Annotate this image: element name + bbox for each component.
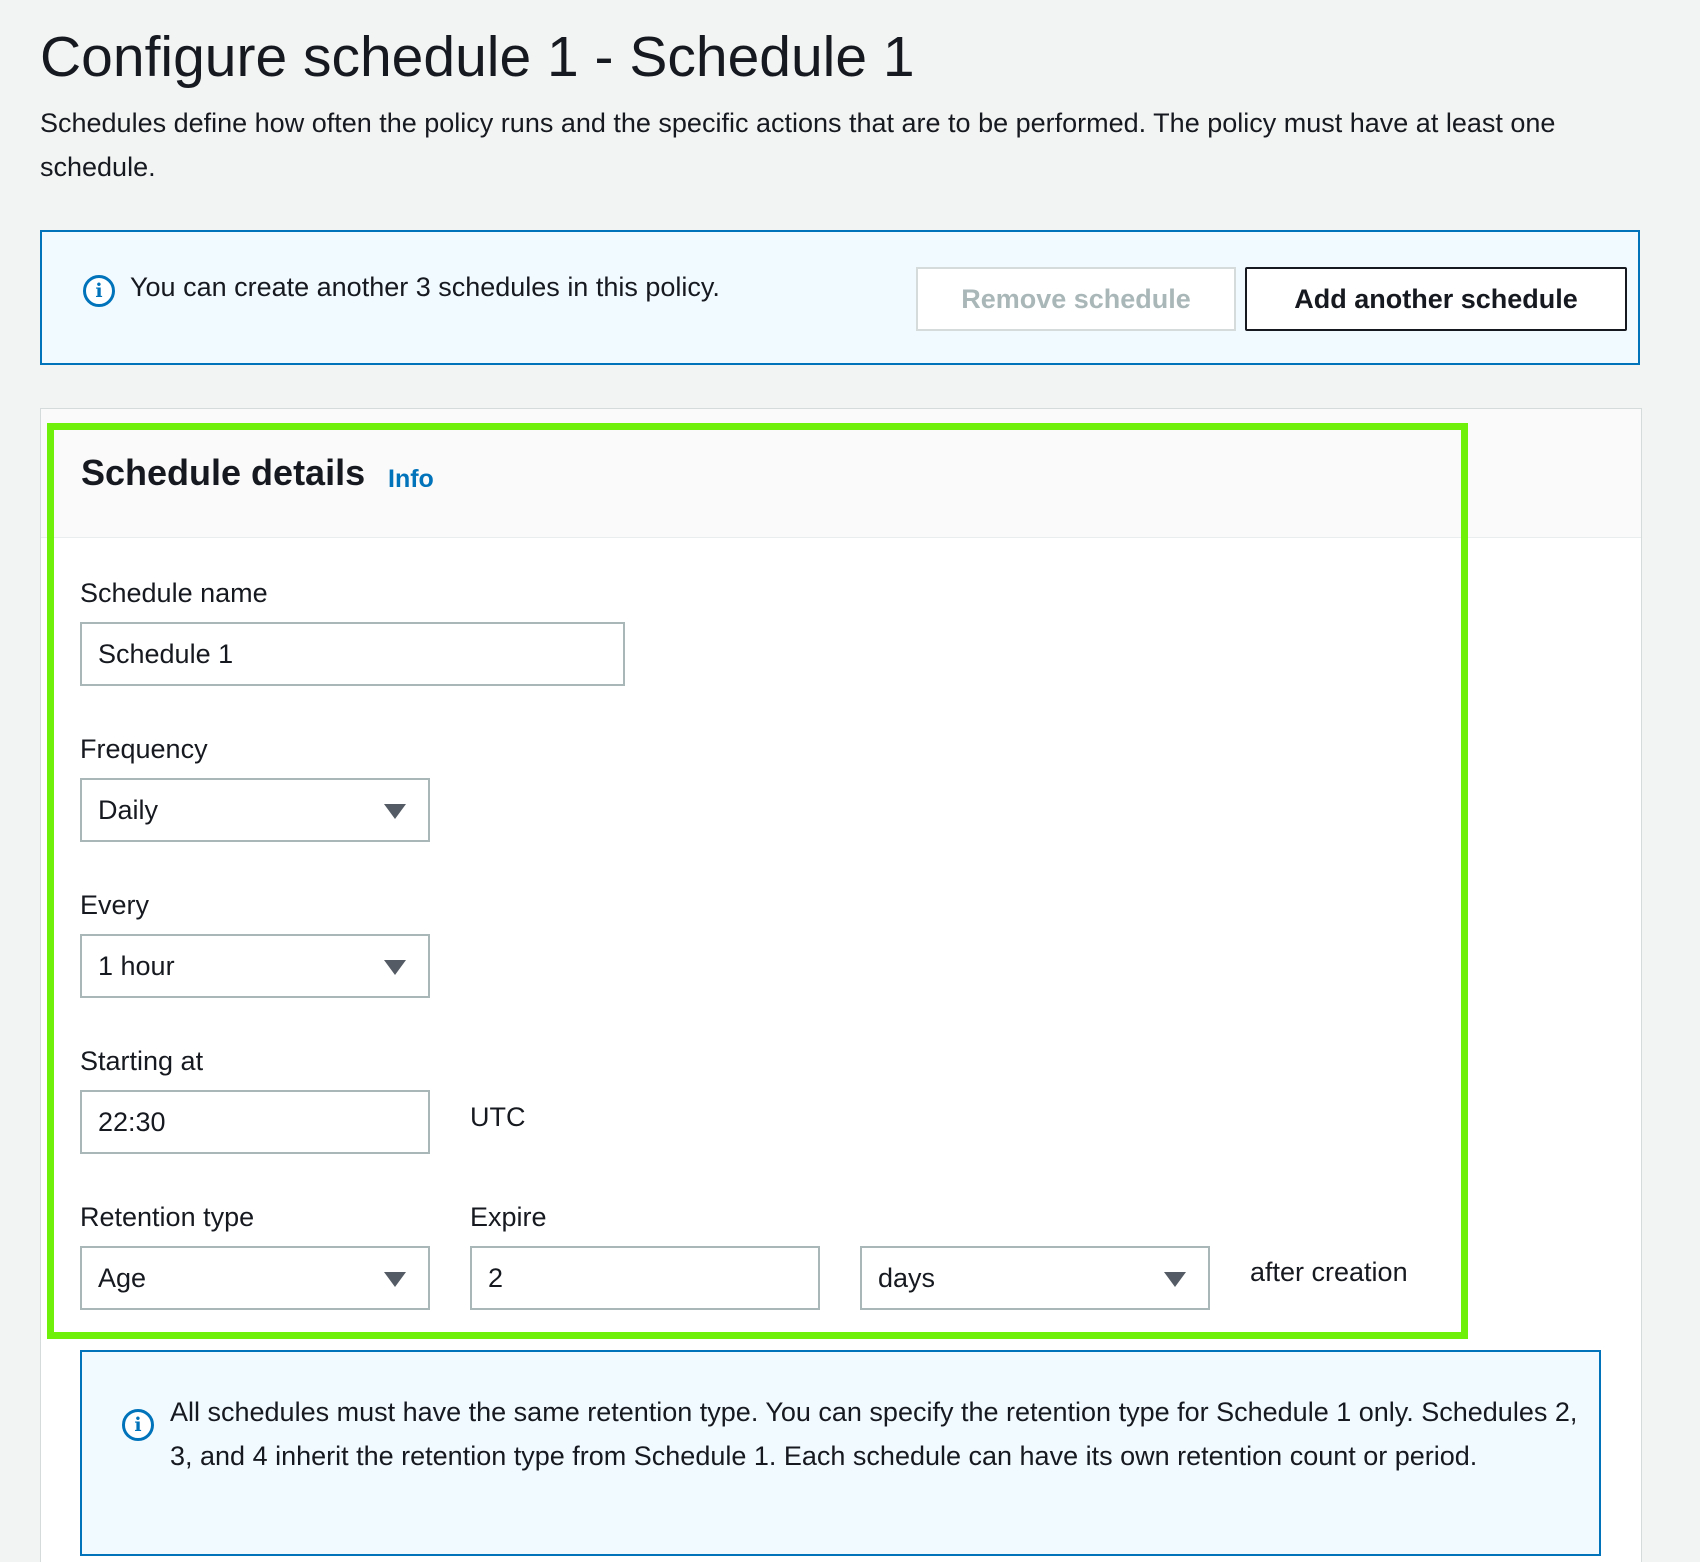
caret-down-icon — [384, 960, 406, 975]
remove-schedule-button[interactable]: Remove schedule — [916, 267, 1236, 331]
retention-type-select[interactable]: Age — [80, 1246, 430, 1310]
caret-down-icon — [384, 804, 406, 819]
expire-label: Expire — [470, 1202, 547, 1232]
expire-unit-select[interactable]: days — [860, 1246, 1210, 1310]
every-label: Every — [80, 890, 150, 920]
frequency-value: Daily — [98, 794, 159, 825]
expire-input[interactable]: 2 — [470, 1246, 820, 1310]
every-select[interactable]: 1 hour — [80, 934, 430, 998]
every-value: 1 hour — [98, 950, 175, 981]
panel-header: Schedule details Info — [41, 409, 1641, 538]
caret-down-icon — [1164, 1272, 1186, 1287]
schedule-limit-text: You can create another 3 schedules in th… — [130, 272, 720, 302]
starting-at-value: 22:30 — [98, 1106, 166, 1137]
info-link[interactable]: Info — [388, 465, 434, 494]
frequency-label: Frequency — [80, 734, 208, 764]
retention-info-alert: i All schedules must have the same reten… — [80, 1350, 1601, 1556]
schedule-name-value: Schedule 1 — [98, 638, 234, 669]
caret-down-icon — [384, 1272, 406, 1287]
schedule-name-input[interactable]: Schedule 1 — [80, 622, 625, 686]
panel-title: Schedule details — [81, 452, 366, 493]
after-creation-label: after creation — [1250, 1257, 1408, 1287]
starting-at-input[interactable]: 22:30 — [80, 1090, 430, 1154]
timezone-label: UTC — [470, 1102, 526, 1132]
starting-at-label: Starting at — [80, 1046, 204, 1076]
expire-unit-value: days — [878, 1262, 936, 1293]
add-another-schedule-button[interactable]: Add another schedule — [1245, 267, 1627, 331]
schedule-limit-alert: i You can create another 3 schedules in … — [40, 230, 1640, 365]
info-icon: i — [83, 275, 115, 307]
page-title: Configure schedule 1 - Schedule 1 — [40, 25, 915, 89]
retention-info-text: All schedules must have the same retenti… — [170, 1397, 1578, 1471]
retention-type-label: Retention type — [80, 1202, 255, 1232]
frequency-select[interactable]: Daily — [80, 778, 430, 842]
page-description: Schedules define how often the policy ru… — [40, 108, 1556, 182]
retention-type-value: Age — [98, 1262, 147, 1293]
info-icon: i — [122, 1409, 154, 1441]
expire-value: 2 — [488, 1262, 504, 1293]
schedule-name-label: Schedule name — [80, 578, 268, 608]
